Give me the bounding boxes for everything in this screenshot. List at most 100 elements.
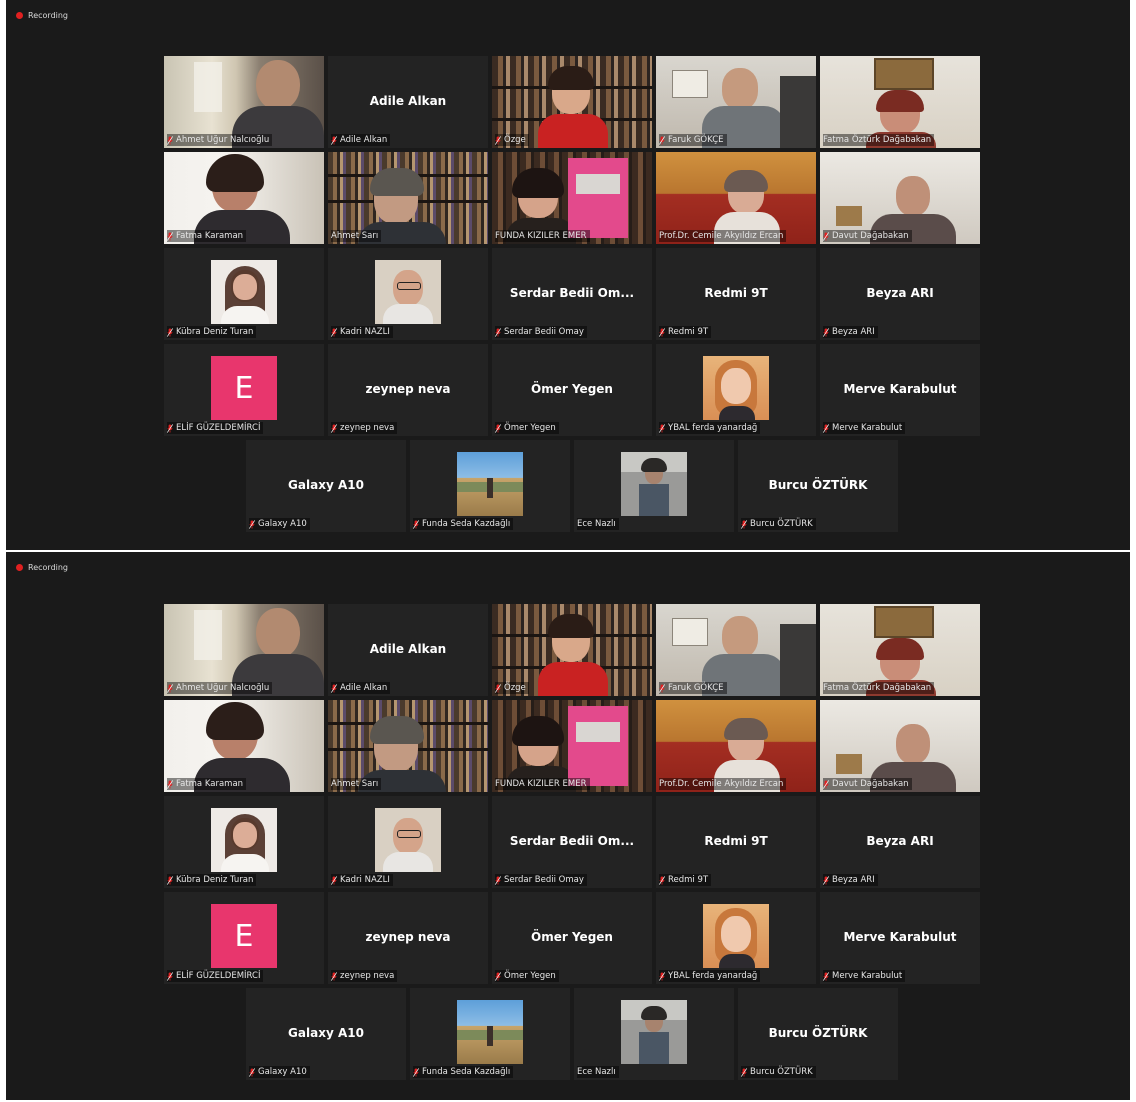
tile-beyza-ari-copy[interactable]: Beyza ARI Beyza ARI xyxy=(820,796,980,888)
muted-mic-icon xyxy=(167,424,173,433)
participant-name-label: Ahmet Uğur Nalcıoğlu xyxy=(167,682,273,694)
participant-name: Redmi 9T xyxy=(668,875,709,885)
tile-beyza-ari[interactable]: Beyza ARI Beyza ARI xyxy=(820,248,980,340)
participant-name-label: Kübra Deniz Turan xyxy=(167,874,257,886)
tile-zeynep-neva[interactable]: zeynep neva zeynep neva xyxy=(328,344,488,436)
participant-name-label: Redmi 9T xyxy=(659,326,712,338)
tile-merve-karabulut-copy[interactable]: Merve Karabulut Merve Karabulut xyxy=(820,892,980,984)
meeting-window-top: Recording Ahmet Uğur Nalcıoğlu Adile Alkan… xyxy=(6,0,1130,550)
tile-funda-emer[interactable]: FUNDA KIZILER EMER xyxy=(492,152,652,244)
tile-funda-seda[interactable]: Funda Seda Kazdağlı xyxy=(410,440,570,532)
tile-redmi-9t[interactable]: Redmi 9T Redmi 9T xyxy=(656,248,816,340)
tile-serdar-omay-copy[interactable]: Serdar Bedii Om... Serdar Bedii Omay xyxy=(492,796,652,888)
participant-display-name: Redmi 9T xyxy=(704,834,768,848)
tile-serdar-omay[interactable]: Serdar Bedii Om... Serdar Bedii Omay xyxy=(492,248,652,340)
profile-picture xyxy=(621,452,687,516)
tile-burcu-ozturk[interactable]: Burcu ÖZTÜRK Burcu ÖZTÜRK xyxy=(738,440,898,532)
tile-funda-seda-copy[interactable]: Funda Seda Kazdağlı xyxy=(410,988,570,1080)
tile-burcu-ozturk-copy[interactable]: Burcu ÖZTÜRK Burcu ÖZTÜRK xyxy=(738,988,898,1080)
participant-name-label: ELİF GÜZELDEMİRCİ xyxy=(167,422,264,434)
tile-galaxy-a10-copy[interactable]: Galaxy A10 Galaxy A10 xyxy=(246,988,406,1080)
tile-ozge-copy[interactable]: Özge xyxy=(492,604,652,696)
muted-mic-icon xyxy=(495,424,501,433)
participant-display-name: Ömer Yegen xyxy=(531,930,613,944)
tile-kadri-nazli[interactable]: Kadri NAZLI xyxy=(328,248,488,340)
participant-display-name: Galaxy A10 xyxy=(288,478,364,492)
muted-mic-icon xyxy=(823,972,829,981)
participant-display-name: Merve Karabulut xyxy=(843,930,957,944)
tile-ozge[interactable]: Özge xyxy=(492,56,652,148)
tile-ferda-yanardag-copy[interactable]: YBAL ferda yanardağ xyxy=(656,892,816,984)
participant-name: Galaxy A10 xyxy=(258,1067,307,1077)
tile-ahmet-sari-copy[interactable]: Ahmet Sarı xyxy=(328,700,488,792)
tile-ahmet-ugur[interactable]: Ahmet Uğur Nalcıoğlu xyxy=(164,56,324,148)
tile-zeynep-neva-copy[interactable]: zeynep neva zeynep neva xyxy=(328,892,488,984)
participant-name-label: Serdar Bedii Omay xyxy=(495,326,587,338)
tile-faruk-gokce[interactable]: Faruk GÖKÇE xyxy=(656,56,816,148)
tile-adile-alkan-copy[interactable]: Adile Alkan Adile Alkan xyxy=(328,604,488,696)
muted-mic-icon xyxy=(495,684,501,693)
muted-mic-icon xyxy=(495,328,501,337)
tile-fatma-ozturk-copy[interactable]: Fatma Öztürk Dağabakan xyxy=(820,604,980,696)
tile-ahmet-sari[interactable]: Ahmet Sarı xyxy=(328,152,488,244)
participant-name-label: Beyza ARI xyxy=(823,326,878,338)
tile-davut-dagabakan-copy[interactable]: Davut Dağabakan xyxy=(820,700,980,792)
muted-mic-icon xyxy=(249,1068,255,1077)
tile-cemile-ercan[interactable]: Prof.Dr. Cemile Akyıldız Ercan xyxy=(656,152,816,244)
muted-mic-icon xyxy=(823,780,829,789)
participant-name: Beyza ARI xyxy=(832,875,875,885)
muted-mic-icon xyxy=(659,328,665,337)
tile-ece-nazli-copy[interactable]: Ece Nazlı xyxy=(574,988,734,1080)
tile-kadri-nazli-copy[interactable]: Kadri NAZLI xyxy=(328,796,488,888)
tile-ferda-yanardag[interactable]: YBAL ferda yanardağ xyxy=(656,344,816,436)
tile-ece-nazli[interactable]: Ece Nazlı xyxy=(574,440,734,532)
participant-display-name: Ömer Yegen xyxy=(531,382,613,396)
participant-name-label: Redmi 9T xyxy=(659,874,712,886)
muted-mic-icon xyxy=(741,520,747,529)
tile-davut-dagabakan[interactable]: Davut Dağabakan xyxy=(820,152,980,244)
tile-funda-emer-copy[interactable]: FUNDA KIZILER EMER xyxy=(492,700,652,792)
participant-name: Özge xyxy=(504,135,526,145)
tile-elif-guzeldemirci-copy[interactable]: E ELİF GÜZELDEMİRCİ xyxy=(164,892,324,984)
participant-name: Funda Seda Kazdağlı xyxy=(422,519,511,529)
tile-elif-guzeldemirci[interactable]: E ELİF GÜZELDEMİRCİ xyxy=(164,344,324,436)
participant-display-name: Adile Alkan xyxy=(369,642,447,656)
participant-name: Merve Karabulut xyxy=(832,971,903,981)
muted-mic-icon xyxy=(167,972,173,981)
meeting-window-bottom: Recording Ahmet Uğur Nalcıoğlu Adile Alkan… xyxy=(6,552,1130,1100)
muted-mic-icon xyxy=(413,520,419,529)
muted-mic-icon xyxy=(495,972,501,981)
participant-name: Prof.Dr. Cemile Akyıldız Ercan xyxy=(659,779,784,789)
muted-mic-icon xyxy=(659,424,665,433)
muted-mic-icon xyxy=(167,876,173,885)
participant-display-name: Beyza ARI xyxy=(866,834,934,848)
participant-display-name: Galaxy A10 xyxy=(288,1026,364,1040)
tile-fatma-ozturk[interactable]: Fatma Öztürk Dağabakan xyxy=(820,56,980,148)
participant-display-name: Merve Karabulut xyxy=(843,382,957,396)
muted-mic-icon xyxy=(331,136,337,145)
tile-cemile-ercan-copy[interactable]: Prof.Dr. Cemile Akyıldız Ercan xyxy=(656,700,816,792)
tile-fatma-karaman[interactable]: Fatma Karaman xyxy=(164,152,324,244)
muted-mic-icon xyxy=(741,1068,747,1077)
tile-kubra-turan[interactable]: Kübra Deniz Turan xyxy=(164,248,324,340)
avatar-initial: E xyxy=(211,356,277,420)
tile-redmi-9t-copy[interactable]: Redmi 9T Redmi 9T xyxy=(656,796,816,888)
profile-picture xyxy=(703,356,769,420)
tile-fatma-karaman-copy[interactable]: Fatma Karaman xyxy=(164,700,324,792)
tile-galaxy-a10[interactable]: Galaxy A10 Galaxy A10 xyxy=(246,440,406,532)
tile-merve-karabulut[interactable]: Merve Karabulut Merve Karabulut xyxy=(820,344,980,436)
participant-name-label: Fatma Karaman xyxy=(167,778,247,790)
participant-name-label: Prof.Dr. Cemile Akyıldız Ercan xyxy=(659,230,787,242)
tile-kubra-turan-copy[interactable]: Kübra Deniz Turan xyxy=(164,796,324,888)
participant-name: Ahmet Uğur Nalcıoğlu xyxy=(176,683,270,693)
tile-omer-yegen[interactable]: Ömer Yegen Ömer Yegen xyxy=(492,344,652,436)
tile-faruk-gokce-copy[interactable]: Faruk GÖKÇE xyxy=(656,604,816,696)
participant-name: Ömer Yegen xyxy=(504,971,556,981)
muted-mic-icon xyxy=(167,328,173,337)
participant-name-label: zeynep neva xyxy=(331,422,398,434)
tile-omer-yegen-copy[interactable]: Ömer Yegen Ömer Yegen xyxy=(492,892,652,984)
tile-ahmet-ugur-copy[interactable]: Ahmet Uğur Nalcıoğlu xyxy=(164,604,324,696)
participant-name-label: Özge xyxy=(495,682,529,694)
participant-name: Kadri NAZLI xyxy=(340,327,390,337)
tile-adile-alkan[interactable]: Adile Alkan Adile Alkan xyxy=(328,56,488,148)
